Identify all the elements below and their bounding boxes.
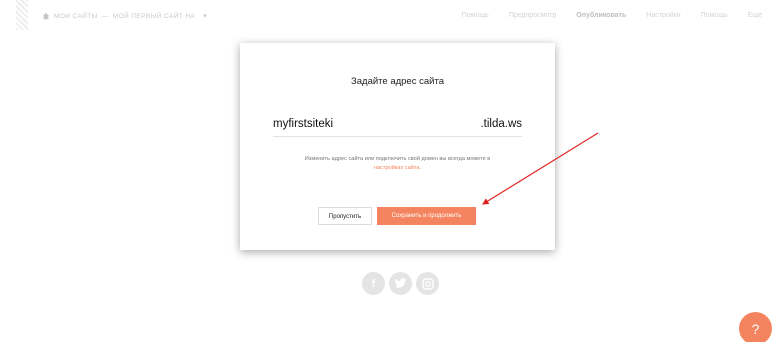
social-links: f — [362, 272, 439, 295]
nav-settings[interactable]: Настройки — [636, 12, 690, 19]
nav-publish[interactable]: Опубликовать — [566, 12, 636, 19]
twitter-bird-icon — [394, 278, 407, 288]
instagram-icon[interactable] — [416, 272, 439, 295]
top-nav: Помощь Предпросмотр Опубликовать Настрой… — [452, 12, 772, 19]
breadcrumb: МОИ САЙТЫ — МОЙ ПЕРВЫЙ САЙТ НА ▾ — [42, 12, 207, 20]
nav-pages[interactable]: Помощь — [691, 12, 738, 19]
modal-buttons: Пропустить Сохранить и продолжить — [318, 207, 476, 225]
site-settings-link[interactable]: настройках сайта. — [374, 165, 421, 171]
breadcrumb-home[interactable]: МОИ САЙТЫ — [54, 13, 98, 20]
instagram-glyph-icon — [421, 277, 434, 290]
modal-title: Задайте адрес сайта — [351, 76, 444, 87]
domain-field[interactable]: myfirstsiteki .tilda.ws — [273, 118, 522, 137]
page: МОИ САЙТЫ — МОЙ ПЕРВЫЙ САЙТ НА ▾ Помощь … — [0, 0, 772, 342]
domain-suffix: .tilda.ws — [480, 118, 522, 130]
hint-text: Изменить адрес сайта или подключить свой… — [260, 155, 535, 173]
nav-more[interactable]: Ещё — [738, 12, 772, 19]
home-icon[interactable] — [42, 12, 50, 20]
chevron-down-icon[interactable]: ▾ — [203, 12, 207, 20]
site-address-modal: Задайте адрес сайта myfirstsiteki .tilda… — [240, 43, 555, 250]
save-and-continue-button[interactable]: Сохранить и продолжить — [377, 207, 476, 225]
help-button[interactable]: ? — [739, 312, 772, 342]
top-bar: МОИ САЙТЫ — МОЙ ПЕРВЫЙ САЙТ НА ▾ Помощь … — [0, 0, 772, 34]
nav-help[interactable]: Помощь — [452, 12, 499, 19]
domain-input[interactable]: myfirstsiteki — [273, 118, 333, 130]
nav-preview[interactable]: Предпросмотр — [499, 12, 566, 19]
breadcrumb-separator: — — [101, 12, 109, 20]
breadcrumb-site[interactable]: МОЙ ПЕРВЫЙ САЙТ НА — [113, 13, 195, 20]
twitter-icon[interactable] — [389, 272, 412, 295]
skip-button[interactable]: Пропустить — [318, 207, 372, 225]
facebook-icon[interactable]: f — [362, 272, 385, 295]
hint-body: Изменить адрес сайта или подключить свой… — [304, 156, 491, 162]
